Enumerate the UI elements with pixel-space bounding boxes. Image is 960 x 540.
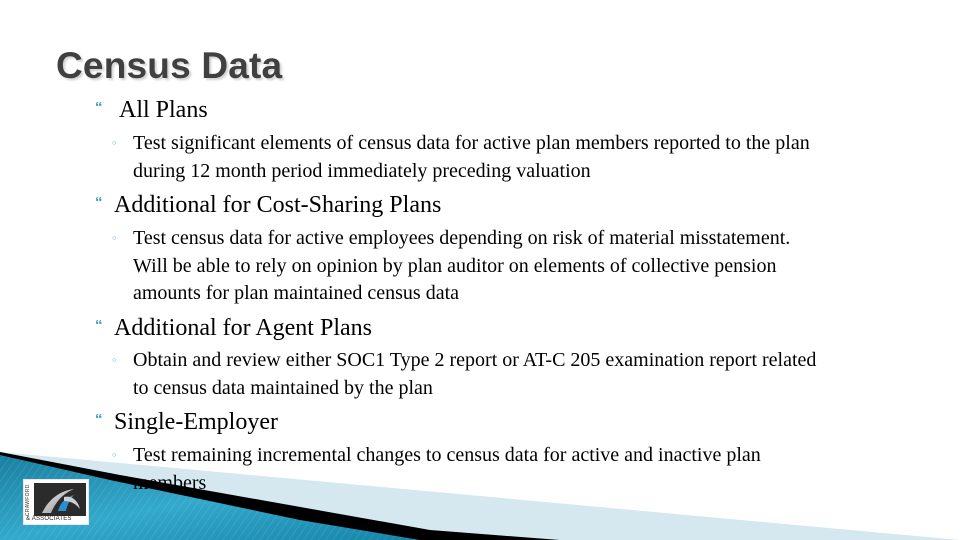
- slide: Census Data “ All Plans ◦ Test significa…: [0, 0, 960, 540]
- slide-title: Census Data: [56, 45, 283, 86]
- bullet-heading: Single-Employer: [114, 409, 278, 435]
- company-logo: CRAWFORD & ASSOCIATES: [23, 479, 89, 525]
- sub-bullet-cost-sharing-plans: ◦ Test census data for active employees …: [111, 225, 951, 308]
- quote-bullet-icon: “: [95, 194, 103, 211]
- sub-bullet-single-employer: ◦ Test remaining incremental changes to …: [111, 442, 951, 497]
- bullet-heading: Additional for Agent Plans: [114, 315, 372, 341]
- bullet-heading: Additional for Cost-Sharing Plans: [114, 192, 442, 218]
- hollow-circle-bullet-icon: ◦: [111, 232, 118, 245]
- quote-bullet-icon: “: [95, 317, 103, 334]
- logo-mark-icon: [34, 483, 86, 516]
- logo-side-text: CRAWFORD: [25, 484, 31, 516]
- sub-bullet-text: Obtain and review either SOC1 Type 2 rep…: [133, 349, 817, 399]
- sub-bullet-text: Test census data for active employees de…: [133, 227, 791, 304]
- hollow-circle-bullet-icon: ◦: [111, 137, 118, 150]
- sub-bullet-text: Test significant elements of census data…: [133, 132, 810, 182]
- hollow-circle-bullet-icon: ◦: [111, 449, 118, 462]
- sub-bullet-text: Test remaining incremental changes to ce…: [133, 444, 761, 494]
- sub-bullet-agent-plans: ◦ Obtain and review either SOC1 Type 2 r…: [111, 347, 951, 402]
- logo-bottom-text: & ASSOCIATES: [26, 516, 72, 522]
- hollow-circle-bullet-icon: ◦: [111, 354, 118, 367]
- bullet-heading: All Plans: [119, 97, 208, 123]
- sub-bullet-all-plans: ◦ Test significant elements of census da…: [111, 130, 951, 185]
- quote-bullet-icon: “: [95, 411, 103, 428]
- quote-bullet-icon: “: [95, 99, 103, 116]
